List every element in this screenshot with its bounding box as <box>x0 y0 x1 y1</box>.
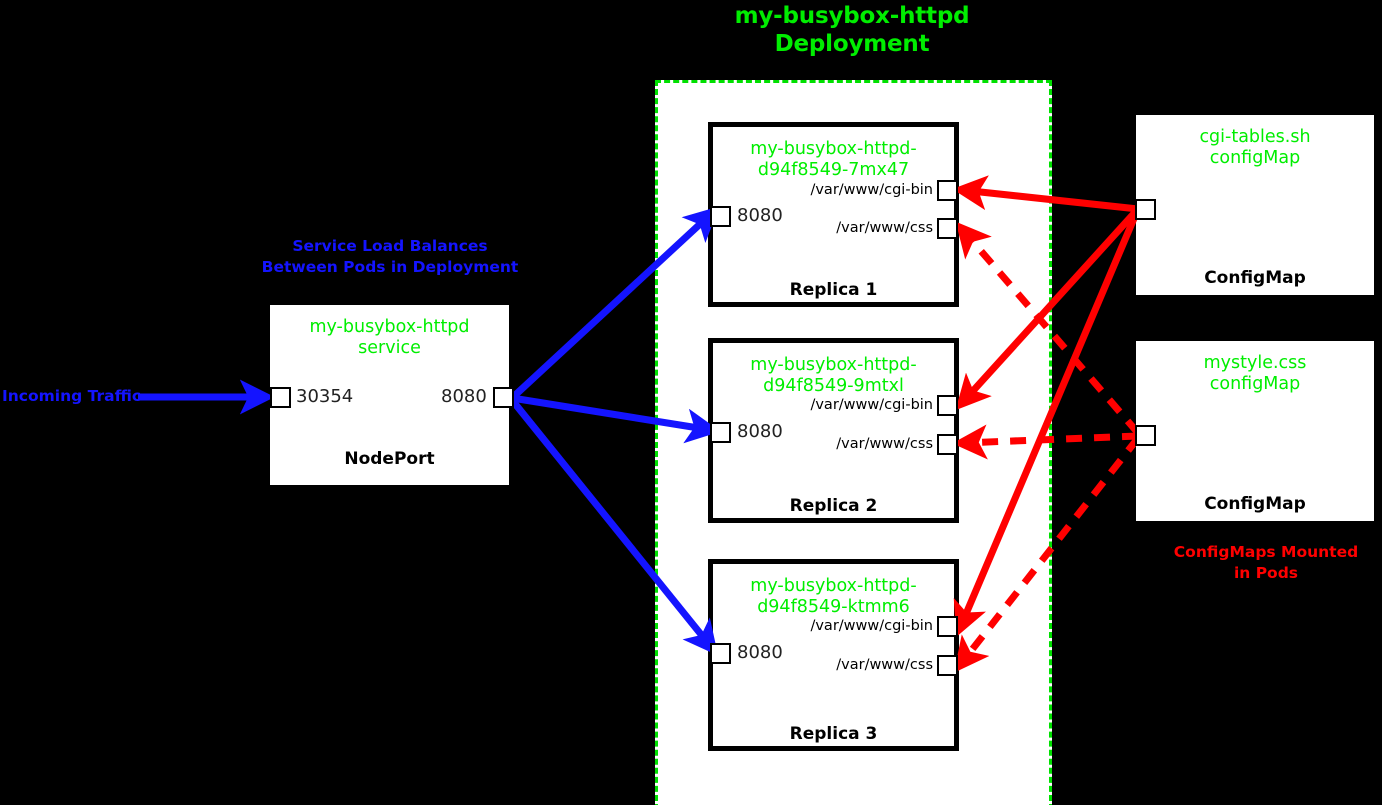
replica-2-footer: Replica 2 <box>789 496 878 516</box>
replica-2-port-8080[interactable] <box>710 422 731 443</box>
replica-1-mount-css-port[interactable] <box>937 218 958 239</box>
replica-1-mount-cgi-bin-port[interactable] <box>937 180 958 201</box>
replica-1-name: my-busybox-httpd- d94f8549-7mx47 <box>750 139 917 180</box>
replica-3-name: my-busybox-httpd- d94f8549-ktmm6 <box>750 576 917 617</box>
incoming-traffic-label: Incoming Traffic <box>2 387 142 405</box>
replica-1-port-label: 8080 <box>737 205 783 226</box>
configmap-2-name: mystyle.css configMap <box>1203 353 1307 394</box>
service-type-label: NodePort <box>344 449 435 469</box>
configmap-2-mount-port[interactable] <box>1135 425 1156 446</box>
deployment-title: my-busybox-httpd Deployment <box>734 3 970 57</box>
replica-2-name: my-busybox-httpd- d94f8549-9mtxl <box>750 355 917 396</box>
configmaps-mounted-caption: ConfigMaps Mounted in Pods <box>1173 543 1359 582</box>
replica-3-port-label: 8080 <box>737 642 783 663</box>
configmap-box-cgi-tables[interactable]: cgi-tables.sh configMap ConfigMap <box>1134 113 1376 297</box>
replica-3-mount-css-port[interactable] <box>937 655 958 676</box>
service-targetport-label: 8080 <box>441 386 487 407</box>
configmap-2-footer: ConfigMap <box>1204 494 1306 514</box>
replica-2-port-label: 8080 <box>737 421 783 442</box>
service-caption: Service Load Balances Between Pods in De… <box>261 237 519 276</box>
replica-1-port-8080[interactable] <box>710 206 731 227</box>
replica-2-mount-css-port[interactable] <box>937 434 958 455</box>
replica-1-mount-css-label: /var/www/css <box>836 220 933 236</box>
replica-2-mount-cgi-bin-label: /var/www/cgi-bin <box>810 397 933 413</box>
replica-3-footer: Replica 3 <box>789 724 878 744</box>
configmap-1-footer: ConfigMap <box>1204 268 1306 288</box>
service-nodeport-port[interactable] <box>270 387 291 408</box>
replica-1-footer: Replica 1 <box>789 280 878 300</box>
configmap-1-name: cgi-tables.sh configMap <box>1199 127 1311 168</box>
replica-1-mount-cgi-bin-label: /var/www/cgi-bin <box>810 182 933 198</box>
diagram-canvas: my-busybox-httpd Deployment Incoming Tra… <box>0 0 1382 805</box>
service-name: my-busybox-httpd service <box>309 317 470 358</box>
service-targetport-port[interactable] <box>493 387 514 408</box>
configmap-1-mount-port[interactable] <box>1135 199 1156 220</box>
replica-3-mount-cgi-bin-port[interactable] <box>937 616 958 637</box>
configmap-box-mystyle[interactable]: mystyle.css configMap ConfigMap <box>1134 339 1376 523</box>
service-nodeport-label: 30354 <box>296 386 354 407</box>
replica-2-mount-css-label: /var/www/css <box>836 436 933 452</box>
replica-2-mount-cgi-bin-port[interactable] <box>937 395 958 416</box>
replica-3-mount-css-label: /var/www/css <box>836 657 933 673</box>
replica-3-port-8080[interactable] <box>710 643 731 664</box>
replica-3-mount-cgi-bin-label: /var/www/cgi-bin <box>810 618 933 634</box>
